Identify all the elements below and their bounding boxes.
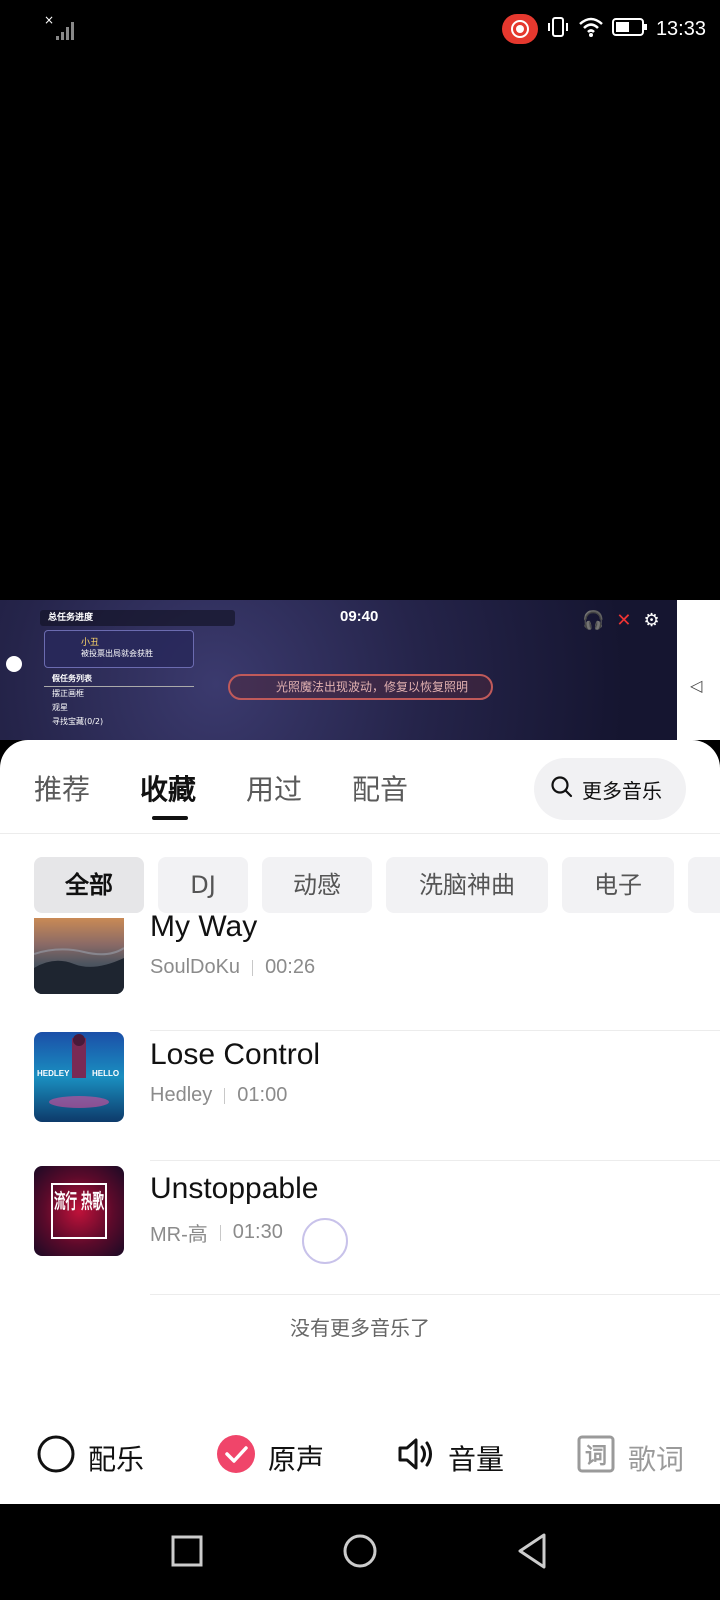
status-bar: × 13:33 [0, 0, 720, 58]
song-row[interactable]: HEDLEY HELLO Lose Control Hedley 01:00 [0, 1032, 720, 1166]
song-duration: 01:30 [232, 1221, 283, 1243]
video-preview[interactable] [0, 58, 720, 600]
search-icon [550, 775, 574, 804]
more-music-label: 更多音乐 [582, 778, 662, 803]
loading-spinner [302, 1218, 348, 1264]
divider [150, 1294, 720, 1295]
speaker-icon [396, 1434, 436, 1481]
vibrate-icon [546, 15, 570, 43]
song-artist: Hedley [150, 1084, 213, 1106]
chip-catchy[interactable]: 洗脑神曲 [386, 857, 548, 913]
music-tabs: 推荐 收藏 用过 配音 更多音乐 [0, 740, 720, 834]
lyrics-label: 歌词 [628, 1442, 685, 1476]
song-artist: SoulDoKu [150, 956, 241, 978]
home-button[interactable] [342, 1533, 378, 1573]
system-nav-bar [0, 1504, 720, 1600]
chip-all[interactable]: 全部 [34, 857, 144, 913]
song-artist: MR-高 [150, 1224, 208, 1246]
music-toggle[interactable]: 配乐 [36, 1434, 144, 1481]
song-duration: 01:00 [237, 1084, 288, 1106]
original-sound-toggle[interactable]: 原声 [216, 1434, 324, 1481]
game-timer: 09:40 [340, 608, 379, 625]
original-sound-label: 原声 [268, 1442, 325, 1476]
fake-task-item: 摆正画框 [52, 689, 84, 698]
tab-recommended[interactable]: 推荐 [34, 768, 90, 808]
cover-text-right: HELLO [92, 1069, 119, 1078]
radio-unchecked-icon [36, 1434, 76, 1481]
screen-record-icon[interactable] [501, 14, 538, 44]
chip-partial[interactable] [688, 857, 720, 913]
fake-task-header: 假任务列表 [44, 672, 194, 687]
song-row[interactable]: 流行 热歌 Unstoppable MR-高 01:30 [0, 1166, 720, 1300]
song-title: Unstoppable [150, 1172, 319, 1205]
battery-icon [611, 17, 648, 41]
tab-dubbing[interactable]: 配音 [352, 768, 408, 808]
check-circle-icon [216, 1434, 256, 1481]
divider [150, 1160, 720, 1161]
gear-icon: ⚙ [643, 610, 660, 631]
clock: 13:33 [655, 17, 706, 40]
game-banner: 光照魔法出现波动，修复以恢复照明 [228, 674, 493, 700]
genre-chips: 全部 DJ 动感 洗脑神曲 电子 [34, 857, 720, 915]
song-cover: HEDLEY HELLO [34, 1032, 124, 1122]
fake-task-list: 假任务列表 摆正画框 观星 寻找宝藏(0/2) [44, 672, 194, 729]
tab-used[interactable]: 用过 [246, 768, 302, 808]
volume-button[interactable]: 音量 [396, 1434, 504, 1481]
fake-task-item: 寻找宝藏(0/2) [52, 717, 104, 726]
more-music-button[interactable]: 更多音乐 [534, 758, 686, 820]
signal-icon: × [44, 13, 80, 42]
svg-text:×: × [44, 14, 54, 27]
cover-text-left: HEDLEY [37, 1069, 70, 1078]
role-desc: 被投票出局就会获胜 [81, 649, 153, 658]
role-card: 小丑 被投票出局就会获胜 [44, 630, 194, 668]
game-toolbar: 🎧 ✕ ⚙ [582, 610, 660, 631]
song-title: My Way [150, 910, 258, 943]
lyrics-button[interactable]: 词 歌词 [576, 1434, 684, 1481]
song-meta: SoulDoKu 00:26 [150, 956, 315, 979]
song-cover [34, 918, 124, 994]
side-panel [677, 600, 720, 740]
chip-electronic[interactable]: 电子 [562, 857, 674, 913]
song-title: Lose Control [150, 1038, 321, 1071]
separator [219, 1224, 221, 1241]
chip-dynamic[interactable]: 动感 [262, 857, 372, 913]
volume-label: 音量 [448, 1442, 505, 1476]
status-icons: 13:33 [501, 12, 706, 46]
end-of-list-text: 没有更多音乐了 [290, 1316, 430, 1340]
lyrics-icon: 词 [576, 1434, 616, 1481]
song-meta: Hedley 01:00 [150, 1084, 287, 1107]
cover-text: 流行 热歌 [54, 1189, 105, 1213]
role-name: 小丑 [81, 638, 100, 648]
audio-controls: 配乐 原声 音量 词 歌词 [0, 1424, 720, 1498]
floating-dot[interactable] [6, 656, 22, 672]
collapse-arrow-icon[interactable]: ◁ [690, 676, 702, 695]
music-toggle-label: 配乐 [88, 1442, 145, 1476]
song-cover: 流行 热歌 [34, 1166, 124, 1256]
chip-dj[interactable]: DJ [158, 857, 248, 913]
fake-task-item: 观星 [52, 703, 68, 712]
task-panel: 总任务进度 小丑 被投票出局就会获胜 假任务列表 摆正画框 观星 寻找宝藏(0/… [40, 610, 240, 738]
game-preview[interactable]: 总任务进度 小丑 被投票出局就会获胜 假任务列表 摆正画框 观星 寻找宝藏(0/… [0, 600, 720, 740]
mic-off-icon: ✕ [616, 610, 632, 631]
recents-button[interactable] [170, 1534, 204, 1572]
tab-indicator [152, 816, 188, 820]
back-button[interactable] [516, 1532, 548, 1574]
tab-favorites[interactable]: 收藏 [140, 768, 196, 808]
task-progress-bar: 总任务进度 [40, 610, 235, 626]
lyrics-icon-glyph: 词 [585, 1444, 607, 1469]
separator [224, 1087, 226, 1104]
divider [150, 1030, 720, 1031]
song-meta: MR-高 01:30 [150, 1218, 283, 1247]
headphone-icon: 🎧 [582, 610, 605, 631]
music-sheet: 推荐 收藏 用过 配音 更多音乐 全部 DJ 动感 洗脑神曲 电子 My Way… [0, 740, 720, 1504]
song-duration: 00:26 [265, 956, 316, 978]
wifi-icon [578, 16, 604, 42]
separator [252, 959, 254, 976]
